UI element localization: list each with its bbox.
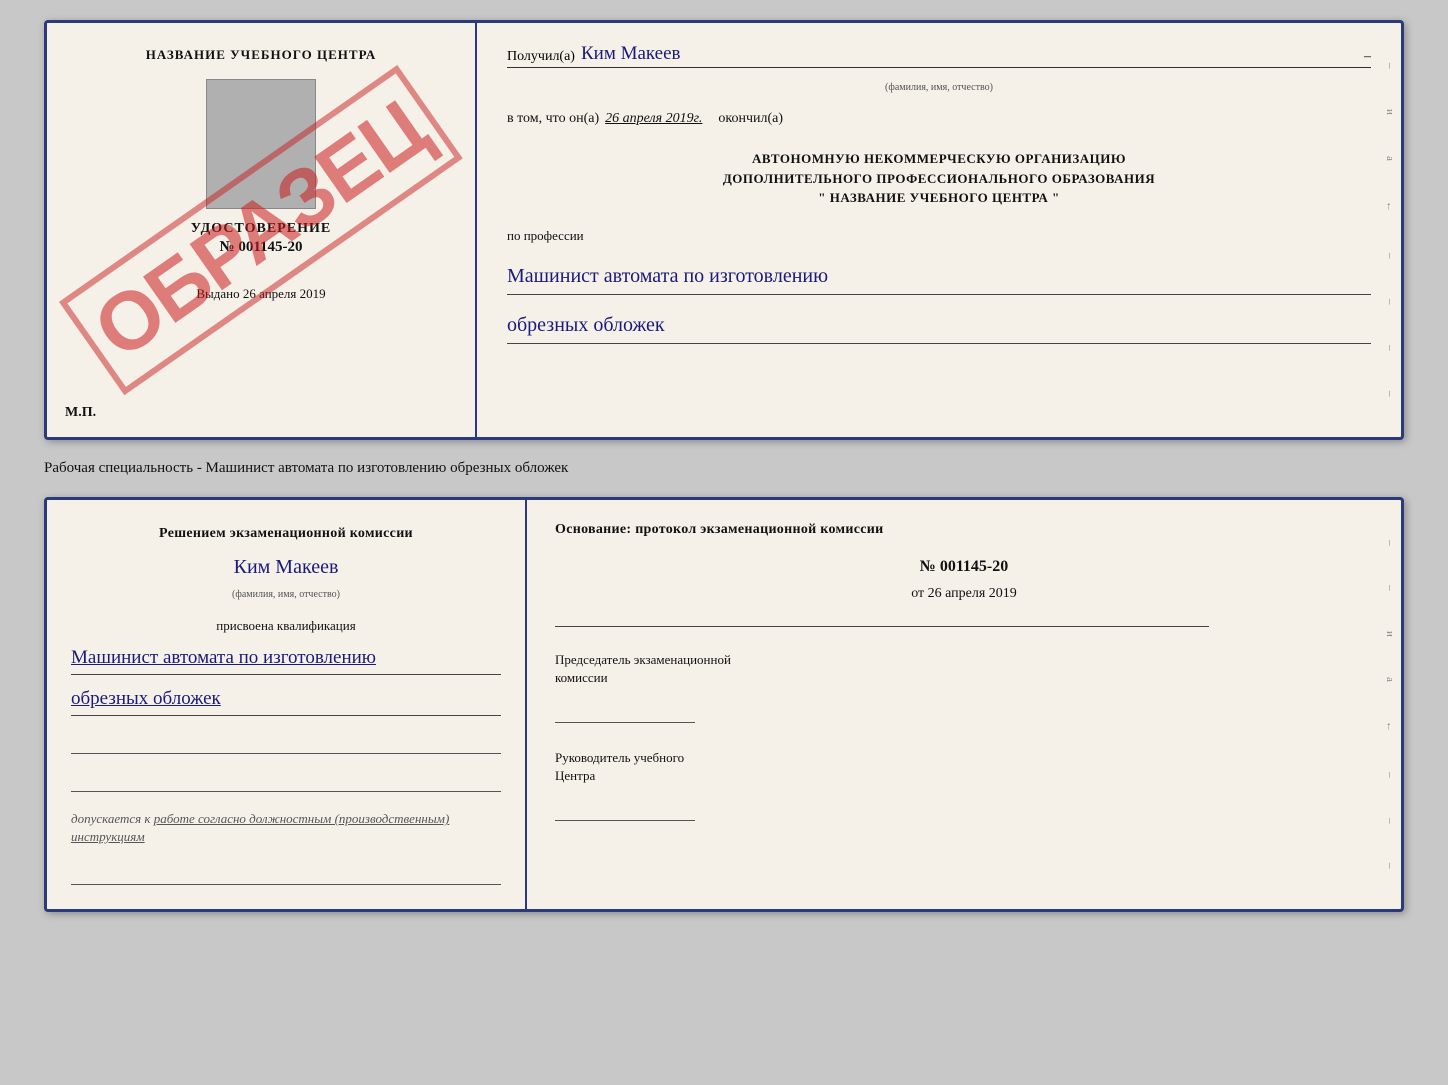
vydano-row: Выдано 26 апреля 2019: [196, 286, 325, 302]
edge2-a: а: [1384, 677, 1396, 682]
predsedatel-sig-line: [555, 701, 695, 723]
fio-sub-1: (фамилия, имя, отчество): [507, 82, 1371, 93]
edge-mark-i: и: [1384, 109, 1396, 115]
rukovoditel-line2: Центра: [555, 767, 1373, 785]
doc-number: № 001145-20: [220, 239, 303, 256]
okonchil-label: окончил(а): [718, 111, 783, 127]
cert2-right-panel: Основание: протокол экзаменационной коми…: [527, 500, 1401, 909]
predsedatel-label: Председатель экзаменационной комиссии: [555, 651, 1373, 687]
edge-mark-dash2: –: [1384, 253, 1396, 259]
qualification-line2: обрезных обложек: [71, 683, 501, 716]
recipient-name: Ким Макеев: [581, 43, 1348, 65]
po-professii-label: по профессии: [507, 228, 1371, 244]
dopuskaetsya-label: допускается к: [71, 811, 151, 826]
org-block: АВТОНОМНУЮ НЕКОММЕРЧЕСКУЮ ОРГАНИЗАЦИЮ ДО…: [507, 149, 1371, 208]
profession-line2: обрезных обложек: [507, 309, 1371, 344]
edge-mark-dash1: –: [1384, 63, 1396, 69]
vtom-date: 26 апреля 2019г.: [605, 111, 702, 127]
rukovoditel-sig-line: [555, 799, 695, 821]
ot-date: от 26 апреля 2019: [555, 586, 1373, 602]
blank-line-2: [71, 766, 501, 792]
dash-1: –: [1364, 49, 1371, 65]
profession-line1: Машинист автомата по изготовлению: [507, 260, 1371, 295]
udostoverenie-label: УДОСТОВЕРЕНИЕ: [191, 221, 331, 237]
blank-line-1: [71, 728, 501, 754]
vtom-row: в том, что он(а) 26 апреля 2019г. окончи…: [507, 111, 1371, 127]
org-line1: АВТОНОМНУЮ НЕКОММЕРЧЕСКУЮ ОРГАНИЗАЦИЮ: [507, 149, 1371, 169]
photo-placeholder: [206, 79, 316, 209]
osnovanie-label: Основание: протокол экзаменационной коми…: [555, 520, 1373, 540]
separator-line: [555, 626, 1209, 627]
vydano-date: 26 апреля 2019: [243, 286, 326, 301]
mp-label: М.П.: [65, 405, 96, 421]
edge2-dash3: –: [1384, 772, 1396, 778]
dopuskaetsya-text: допускается к работе согласно должностны…: [71, 810, 501, 846]
vtom-label: в том, что он(а): [507, 111, 599, 127]
rukovoditel-line1: Руководитель учебного: [555, 749, 1373, 767]
predsedatel-line2: комиссии: [555, 669, 1373, 687]
edge-mark-arrow: ←: [1384, 201, 1396, 212]
vydano-label: Выдано: [196, 286, 239, 301]
edge-mark-dash4: –: [1384, 345, 1396, 351]
edge2-dash5: –: [1384, 863, 1396, 869]
cert2-left-panel: Решением экзаменационной комиссии Ким Ма…: [47, 500, 527, 909]
rukovoditel-label: Руководитель учебного Центра: [555, 749, 1373, 785]
edge2-dash4: –: [1384, 818, 1396, 824]
cert1-right-panel: Получил(а) Ким Макеев – (фамилия, имя, о…: [477, 23, 1401, 437]
edge-mark-dash5: –: [1384, 391, 1396, 397]
edge-mark-a: а: [1384, 156, 1396, 161]
poluchil-label: Получил(а): [507, 49, 575, 65]
protocol-number: № 001145-20: [555, 558, 1373, 576]
school-name-header: НАЗВАНИЕ УЧЕБНОГО ЦЕНТРА: [146, 47, 377, 63]
org-line2: ДОПОЛНИТЕЛЬНОГО ПРОФЕССИОНАЛЬНОГО ОБРАЗО…: [507, 169, 1371, 189]
edge2-arrow: ←: [1384, 721, 1396, 732]
certificate-card-1: НАЗВАНИЕ УЧЕБНОГО ЦЕНТРА УДОСТОВЕРЕНИЕ №…: [44, 20, 1404, 440]
blank-line-3: [71, 859, 501, 885]
recipient-row: Получил(а) Ким Макеев –: [507, 43, 1371, 68]
right-edge-marks-1: – и а ← – – – –: [1379, 23, 1401, 437]
edge-mark-dash3: –: [1384, 299, 1396, 305]
qualification-line1: Машинист автомата по изготовлению: [71, 642, 501, 675]
edge2-i: и: [1384, 631, 1396, 637]
org-line3: " НАЗВАНИЕ УЧЕБНОГО ЦЕНТРА ": [507, 188, 1371, 208]
name-handwritten-2: Ким Макеев: [71, 556, 501, 579]
middle-text: Рабочая специальность - Машинист автомат…: [44, 456, 1404, 481]
right-edge-marks-2: – – и а ← – – –: [1379, 500, 1401, 909]
prisvoena-label: присвоена квалификация: [71, 618, 501, 634]
certificate-card-2: Решением экзаменационной комиссии Ким Ма…: [44, 497, 1404, 912]
predsedatel-line1: Председатель экзаменационной: [555, 651, 1373, 669]
edge2-dash1: –: [1384, 540, 1396, 546]
cert1-left-panel: НАЗВАНИЕ УЧЕБНОГО ЦЕНТРА УДОСТОВЕРЕНИЕ №…: [47, 23, 477, 437]
resheniem-label: Решением экзаменационной комиссии: [71, 524, 501, 544]
fio-sub-2: (фамилия, имя, отчество): [71, 589, 501, 600]
edge2-dash2: –: [1384, 585, 1396, 591]
